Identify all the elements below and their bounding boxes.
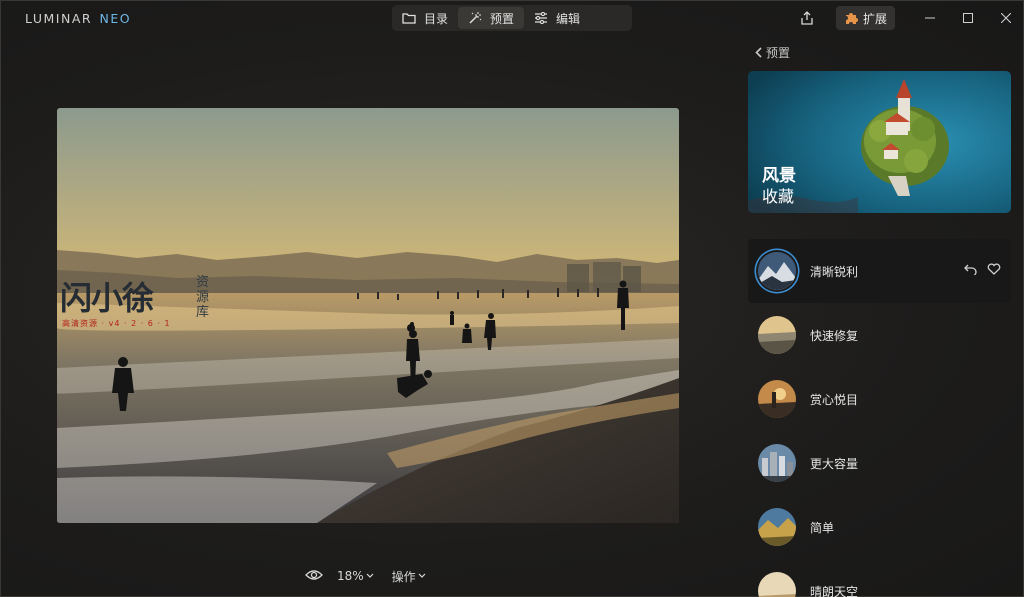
heart-icon: [987, 263, 1001, 275]
app-window: LUMINAR NEO 目录 预置 编辑 扩展 闪小徐 资源库 高清资源 · v…: [0, 0, 1024, 597]
preset-label: 晴朗天空: [810, 584, 859, 597]
preset-list: 清晰锐利 快速修复 赏心悦目 更大容量 简单 晴朗天空: [748, 239, 1011, 597]
preset-label: 快速修复: [810, 328, 859, 343]
zoom-dropdown[interactable]: 18%: [337, 569, 374, 583]
chevron-left-icon: [755, 47, 762, 58]
title-bar: LUMINAR NEO 目录 预置 编辑 扩展: [1, 1, 1024, 35]
minimize-button[interactable]: [911, 5, 949, 31]
close-button[interactable]: [987, 5, 1024, 31]
extensions-label: 扩展: [862, 11, 887, 26]
collection-banner[interactable]: 风景 收藏: [748, 71, 1011, 213]
zoom-value: 18%: [337, 569, 364, 583]
preset-label: 清晰锐利: [810, 264, 859, 279]
bottom-toolbar: 18% 操作: [305, 566, 444, 586]
share-button[interactable]: [794, 5, 820, 31]
sliders-icon: [535, 12, 548, 24]
tab-presets-label: 预置: [490, 11, 515, 26]
minimize-icon: [925, 17, 935, 19]
magic-wand-icon: [469, 12, 482, 24]
tab-catalog-label: 目录: [424, 11, 449, 26]
preset-thumbnail: [758, 444, 796, 482]
tab-edit[interactable]: 编辑: [524, 7, 590, 29]
actions-label: 操作: [391, 569, 416, 584]
back-button[interactable]: 预置: [755, 44, 790, 61]
preset-thumbnail: [758, 380, 796, 418]
preset-label: 更大容量: [810, 456, 859, 471]
tab-edit-label: 编辑: [556, 11, 581, 26]
mode-switcher: 目录 预置 编辑: [392, 5, 632, 31]
preset-thumbnail: [758, 572, 796, 597]
folder-icon: [402, 13, 416, 24]
tab-catalog[interactable]: 目录: [392, 7, 458, 29]
preview-toggle-button[interactable]: [305, 569, 323, 584]
watermark: 闪小徐 资源库 高清资源 · v4 · 2 · 6 · 1: [60, 273, 220, 333]
watermark-side-text: 资源库: [196, 275, 210, 320]
puzzle-icon: [845, 13, 858, 24]
preset-actions: [954, 263, 1001, 275]
preset-item[interactable]: 快速修复: [748, 303, 1011, 367]
title-bar-actions: 扩展: [794, 5, 1024, 31]
preset-label: 赏心悦目: [810, 392, 859, 407]
preset-thumbnail: [758, 252, 796, 290]
back-label: 预置: [766, 46, 791, 60]
eye-icon: [305, 569, 323, 580]
preset-item[interactable]: 清晰锐利: [748, 239, 1011, 303]
favorite-button[interactable]: [987, 263, 1001, 275]
undo-icon: [964, 264, 977, 275]
actions-dropdown[interactable]: 操作: [392, 568, 426, 585]
chevron-down-icon: [366, 573, 374, 578]
maximize-icon: [963, 13, 973, 23]
preset-item[interactable]: 晴朗天空: [748, 559, 1011, 597]
preset-item[interactable]: 简单: [748, 495, 1011, 559]
share-icon: [801, 11, 813, 25]
extensions-button[interactable]: 扩展: [835, 6, 895, 30]
watermark-main-text: 闪小徐: [60, 279, 154, 317]
preset-thumbnail: [758, 316, 796, 354]
maximize-button[interactable]: [949, 5, 987, 31]
undo-button[interactable]: [964, 263, 977, 275]
app-logo: LUMINAR NEO: [25, 11, 131, 26]
preset-item[interactable]: 赏心悦目: [748, 367, 1011, 431]
preset-label: 简单: [810, 520, 835, 535]
presets-panel: 预置 风景 收藏 清晰锐利 快速修复 赏心悦目 更大容量 简单 晴朗天空: [741, 35, 1024, 597]
preset-thumbnail: [758, 508, 796, 546]
logo-accent-text: NEO: [99, 11, 132, 26]
preset-item[interactable]: 更大容量: [748, 431, 1011, 495]
watermark-sub-text: 高清资源 · v4 · 2 · 6 · 1: [62, 319, 171, 328]
banner-subtitle: 收藏: [762, 187, 795, 206]
chevron-down-icon: [418, 573, 426, 578]
tab-presets[interactable]: 预置: [458, 7, 525, 29]
close-icon: [1001, 13, 1011, 23]
logo-text: LUMINAR: [25, 11, 93, 26]
